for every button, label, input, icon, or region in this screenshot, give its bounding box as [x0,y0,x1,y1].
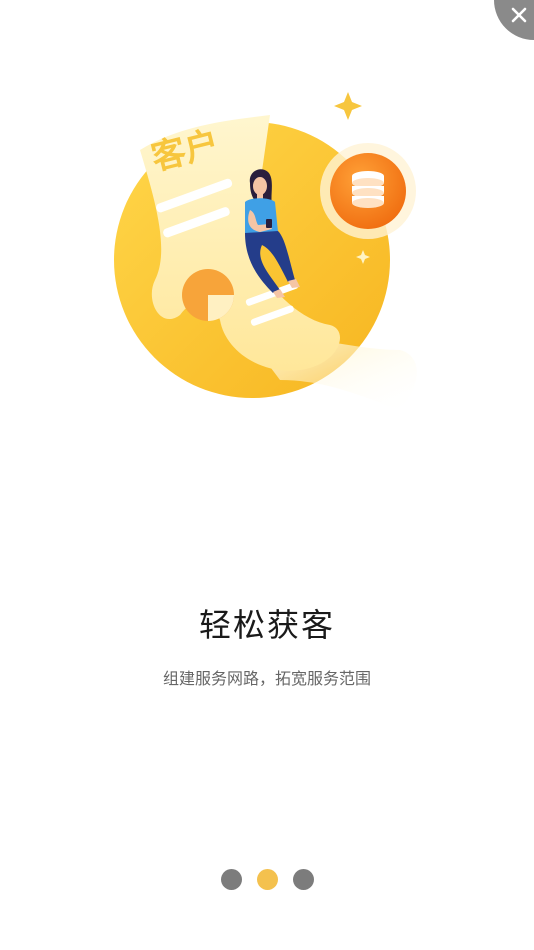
close-icon [511,7,527,23]
page-indicator [0,869,534,891]
page-dot-3[interactable] [292,869,314,890]
close-button[interactable] [494,0,534,40]
sparkle-icon [334,92,362,120]
onboarding-screen: 客户 轻松获客 组建服务网路，拓宽服务范围 [0,0,534,950]
hero-illustration: 客户 [114,92,417,410]
page-dot-2-active[interactable] [256,869,278,890]
page-subtitle: 组建服务网路，拓宽服务范围 [162,669,371,688]
page-dot-1[interactable] [220,869,242,890]
page-title: 轻松获客 [198,606,335,644]
coins-icon [352,171,384,208]
